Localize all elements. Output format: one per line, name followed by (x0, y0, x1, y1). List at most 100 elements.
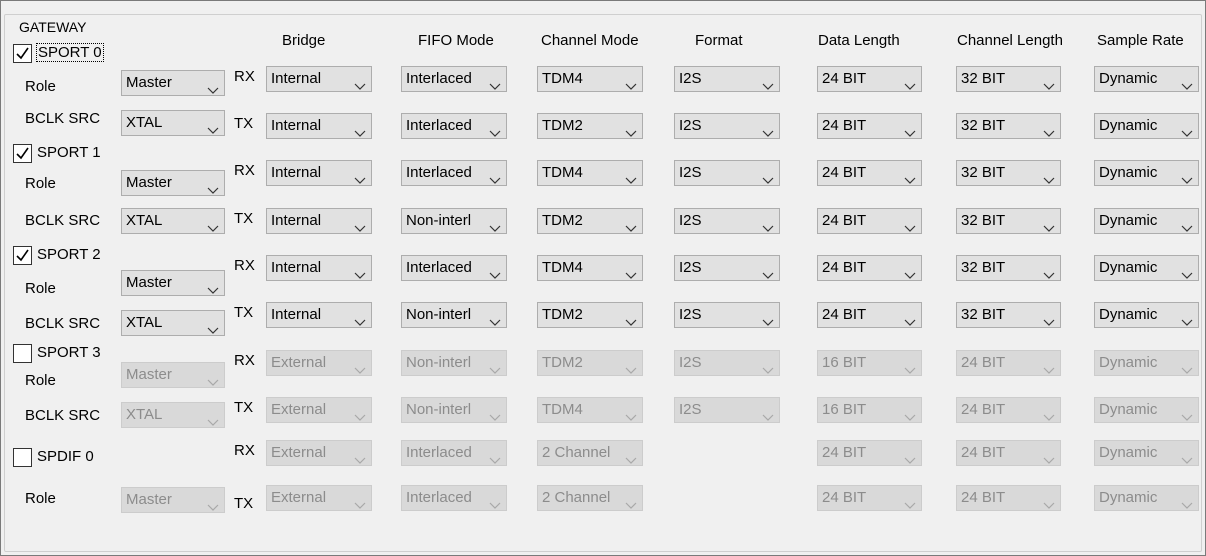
spdif-0-tx-fifo-mode-select: Interlaced (401, 485, 507, 511)
sport-3-rx-fifo-mode-select: Non-interl (401, 350, 507, 376)
spdif-0-rx-channel-mode-select-value: 2 Channel (542, 444, 611, 461)
chevron-down-icon (354, 311, 366, 326)
sport-1-tx-fifo-mode-select[interactable]: Non-interl (401, 208, 507, 234)
chevron-down-icon (1181, 264, 1193, 279)
sport-1-tx-channel-length-select[interactable]: 32 BIT (956, 208, 1061, 234)
sport-3-checkbox[interactable] (13, 344, 32, 363)
sport-1-tx-data-length-select-value: 24 BIT (822, 212, 867, 229)
chevron-down-icon (1181, 494, 1193, 509)
sport-2-rx-format-select[interactable]: I2S (674, 255, 780, 281)
sport-2-rx-channel-length-select[interactable]: 32 BIT (956, 255, 1061, 281)
sport-2-rx-data-length-select[interactable]: 24 BIT (817, 255, 922, 281)
chevron-down-icon (489, 122, 501, 137)
sport-0-tx-fifo-mode-select[interactable]: Interlaced (401, 113, 507, 139)
sport-1-tx-sample-rate-select[interactable]: Dynamic (1094, 208, 1199, 234)
sport-1-tx-bridge-select[interactable]: Internal (266, 208, 372, 234)
sport-0-bclk-select[interactable]: XTAL (121, 110, 225, 136)
sport-2-tx-format-select[interactable]: I2S (674, 302, 780, 328)
sport-1-checkbox[interactable] (13, 144, 32, 163)
sport-0-rx-label: RX (234, 68, 255, 85)
chevron-down-icon (1043, 75, 1055, 90)
sport-2-rx-channel-mode-select[interactable]: TDM4 (537, 255, 643, 281)
sport-0-rx-sample-rate-select[interactable]: Dynamic (1094, 66, 1199, 92)
sport-0-role-select-value: Master (126, 74, 172, 91)
chevron-down-icon (207, 79, 219, 94)
sport-0-rx-channel-length-select[interactable]: 32 BIT (956, 66, 1061, 92)
sport-0-checkbox[interactable] (13, 44, 32, 63)
sport-0-tx-channel-mode-select[interactable]: TDM2 (537, 113, 643, 139)
chevron-down-icon (489, 359, 501, 374)
sport-0-tx-format-select-value: I2S (679, 117, 702, 134)
sport-1-rx-sample-rate-select[interactable]: Dynamic (1094, 160, 1199, 186)
sport-0-role-select[interactable]: Master (121, 70, 225, 96)
spdif-0-label[interactable]: SPDIF 0 (37, 448, 94, 465)
sport-2-rx-format-select-value: I2S (679, 259, 702, 276)
sport-2-tx-channel-length-select[interactable]: 32 BIT (956, 302, 1061, 328)
sport-2-rx-sample-rate-select[interactable]: Dynamic (1094, 255, 1199, 281)
chevron-down-icon (354, 75, 366, 90)
sport-2-tx-label: TX (234, 304, 254, 321)
sport-0-rx-data-length-select[interactable]: 24 BIT (817, 66, 922, 92)
chevron-down-icon (354, 406, 366, 421)
sport-0-rx-fifo-mode-select-value: Interlaced (406, 70, 472, 87)
sport-2-tx-fifo-mode-select[interactable]: Non-interl (401, 302, 507, 328)
sport-0-tx-bridge-select-value: Internal (271, 117, 322, 134)
sport-2-bclk-select[interactable]: XTAL (121, 310, 225, 336)
sport-2-role-select[interactable]: Master (121, 270, 225, 296)
chevron-down-icon (625, 311, 637, 326)
spdif-0-rx-data-length-select-value: 24 BIT (822, 444, 867, 461)
sport-3-tx-fifo-mode-select: Non-interl (401, 397, 507, 423)
sport-1-tx-data-length-select[interactable]: 24 BIT (817, 208, 922, 234)
sport-2-tx-sample-rate-select[interactable]: Dynamic (1094, 302, 1199, 328)
chevron-down-icon (354, 122, 366, 137)
sport-0-tx-data-length-select[interactable]: 24 BIT (817, 113, 922, 139)
sport-1-tx-fifo-mode-select-value: Non-interl (406, 212, 472, 229)
sport-1-rx-channel-length-select[interactable]: 32 BIT (956, 160, 1061, 186)
chevron-down-icon (1181, 122, 1193, 137)
sport-1-role-select[interactable]: Master (121, 170, 225, 196)
sport-1-rx-bridge-select[interactable]: Internal (266, 160, 372, 186)
sport-1-tx-channel-mode-select[interactable]: TDM2 (537, 208, 643, 234)
sport-0-label[interactable]: SPORT 0 (36, 43, 104, 62)
sport-0-tx-bridge-select[interactable]: Internal (266, 113, 372, 139)
sport-1-rx-data-length-select[interactable]: 24 BIT (817, 160, 922, 186)
sport-2-rx-fifo-mode-select[interactable]: Interlaced (401, 255, 507, 281)
chevron-down-icon (489, 217, 501, 232)
chevron-down-icon (1043, 169, 1055, 184)
sport-2-tx-bridge-select[interactable]: Internal (266, 302, 372, 328)
sport-0-rx-channel-mode-select[interactable]: TDM4 (537, 66, 643, 92)
chevron-down-icon (354, 217, 366, 232)
sport-1-label[interactable]: SPORT 1 (37, 144, 101, 161)
chevron-down-icon (1043, 217, 1055, 232)
chevron-down-icon (354, 359, 366, 374)
sport-2-checkbox[interactable] (13, 246, 32, 265)
sport-2-tx-channel-mode-select[interactable]: TDM2 (537, 302, 643, 328)
sport-2-label[interactable]: SPORT 2 (37, 246, 101, 263)
chevron-down-icon (1043, 406, 1055, 421)
sport-0-rx-fifo-mode-select[interactable]: Interlaced (401, 66, 507, 92)
chevron-down-icon (1043, 311, 1055, 326)
sport-0-tx-channel-length-select[interactable]: 32 BIT (956, 113, 1061, 139)
sport-3-label[interactable]: SPORT 3 (37, 344, 101, 361)
sport-2-rx-bridge-select[interactable]: Internal (266, 255, 372, 281)
sport-0-tx-format-select[interactable]: I2S (674, 113, 780, 139)
sport-1-rx-channel-mode-select[interactable]: TDM4 (537, 160, 643, 186)
spdif-0-rx-bridge-select: External (266, 440, 372, 466)
sport-1-rx-fifo-mode-select[interactable]: Interlaced (401, 160, 507, 186)
sport-2-tx-sample-rate-select-value: Dynamic (1099, 306, 1158, 323)
sport-0-tx-sample-rate-select[interactable]: Dynamic (1094, 113, 1199, 139)
sport-2-tx-data-length-select[interactable]: 24 BIT (817, 302, 922, 328)
sport-0-rx-bridge-select[interactable]: Internal (266, 66, 372, 92)
sport-2-bclk-select-value: XTAL (126, 314, 163, 331)
sport-1-bclk-select[interactable]: XTAL (121, 208, 225, 234)
spdif-0-checkbox[interactable] (13, 448, 32, 467)
sport-1-role-select-value: Master (126, 174, 172, 191)
sport-0-rx-format-select[interactable]: I2S (674, 66, 780, 92)
sport-1-rx-sample-rate-select-value: Dynamic (1099, 164, 1158, 181)
sport-1-rx-format-select[interactable]: I2S (674, 160, 780, 186)
sport-0-rx-channel-mode-select-value: TDM4 (542, 70, 583, 87)
sport-1-tx-format-select-value: I2S (679, 212, 702, 229)
sport-1-tx-format-select[interactable]: I2S (674, 208, 780, 234)
sport-3-tx-channel-length-select: 24 BIT (956, 397, 1061, 423)
sport-2-tx-channel-length-select-value: 32 BIT (961, 306, 1006, 323)
